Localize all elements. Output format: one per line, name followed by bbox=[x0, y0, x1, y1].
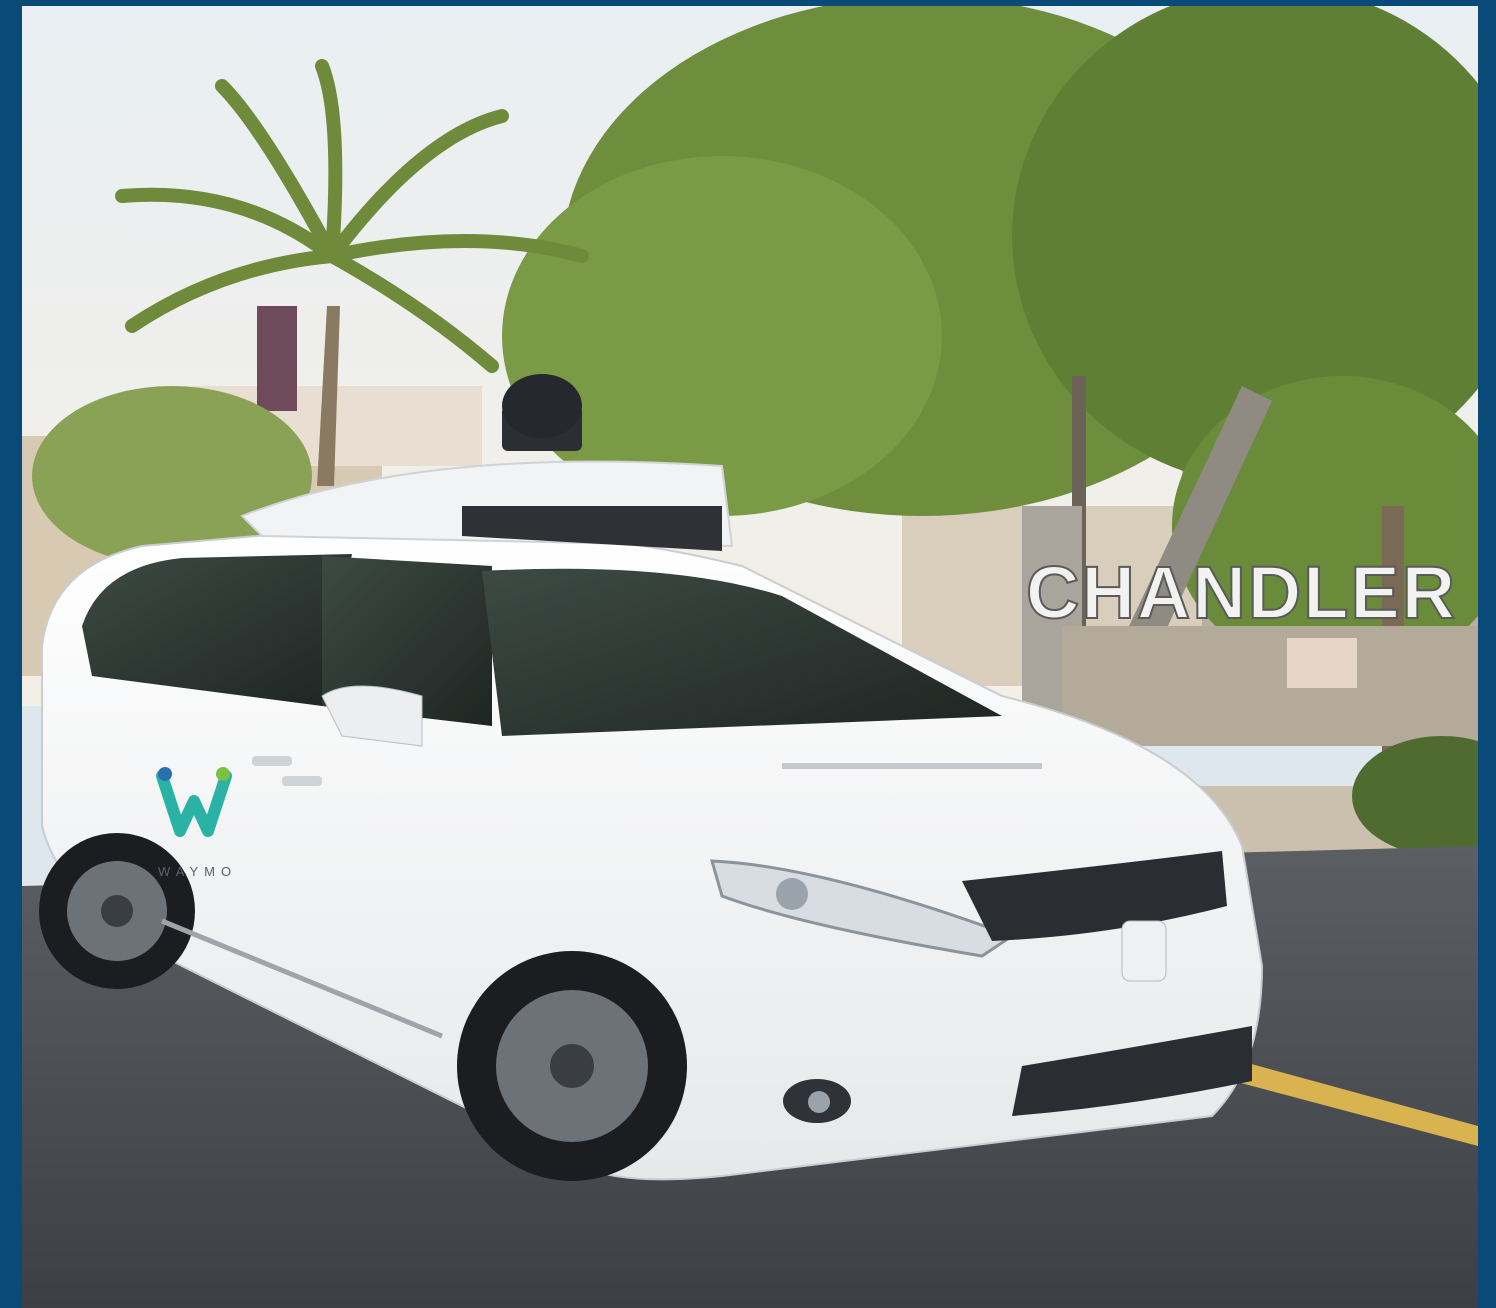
waymo-logo-text: WAYMO bbox=[158, 864, 237, 879]
street-photo: CHANDLER C bbox=[22, 6, 1478, 1308]
sign-text: CHANDLER C bbox=[1026, 551, 1478, 634]
photo-scene: CHANDLER C bbox=[22, 6, 1478, 1308]
photo-frame: CHANDLER C bbox=[0, 0, 1496, 1308]
